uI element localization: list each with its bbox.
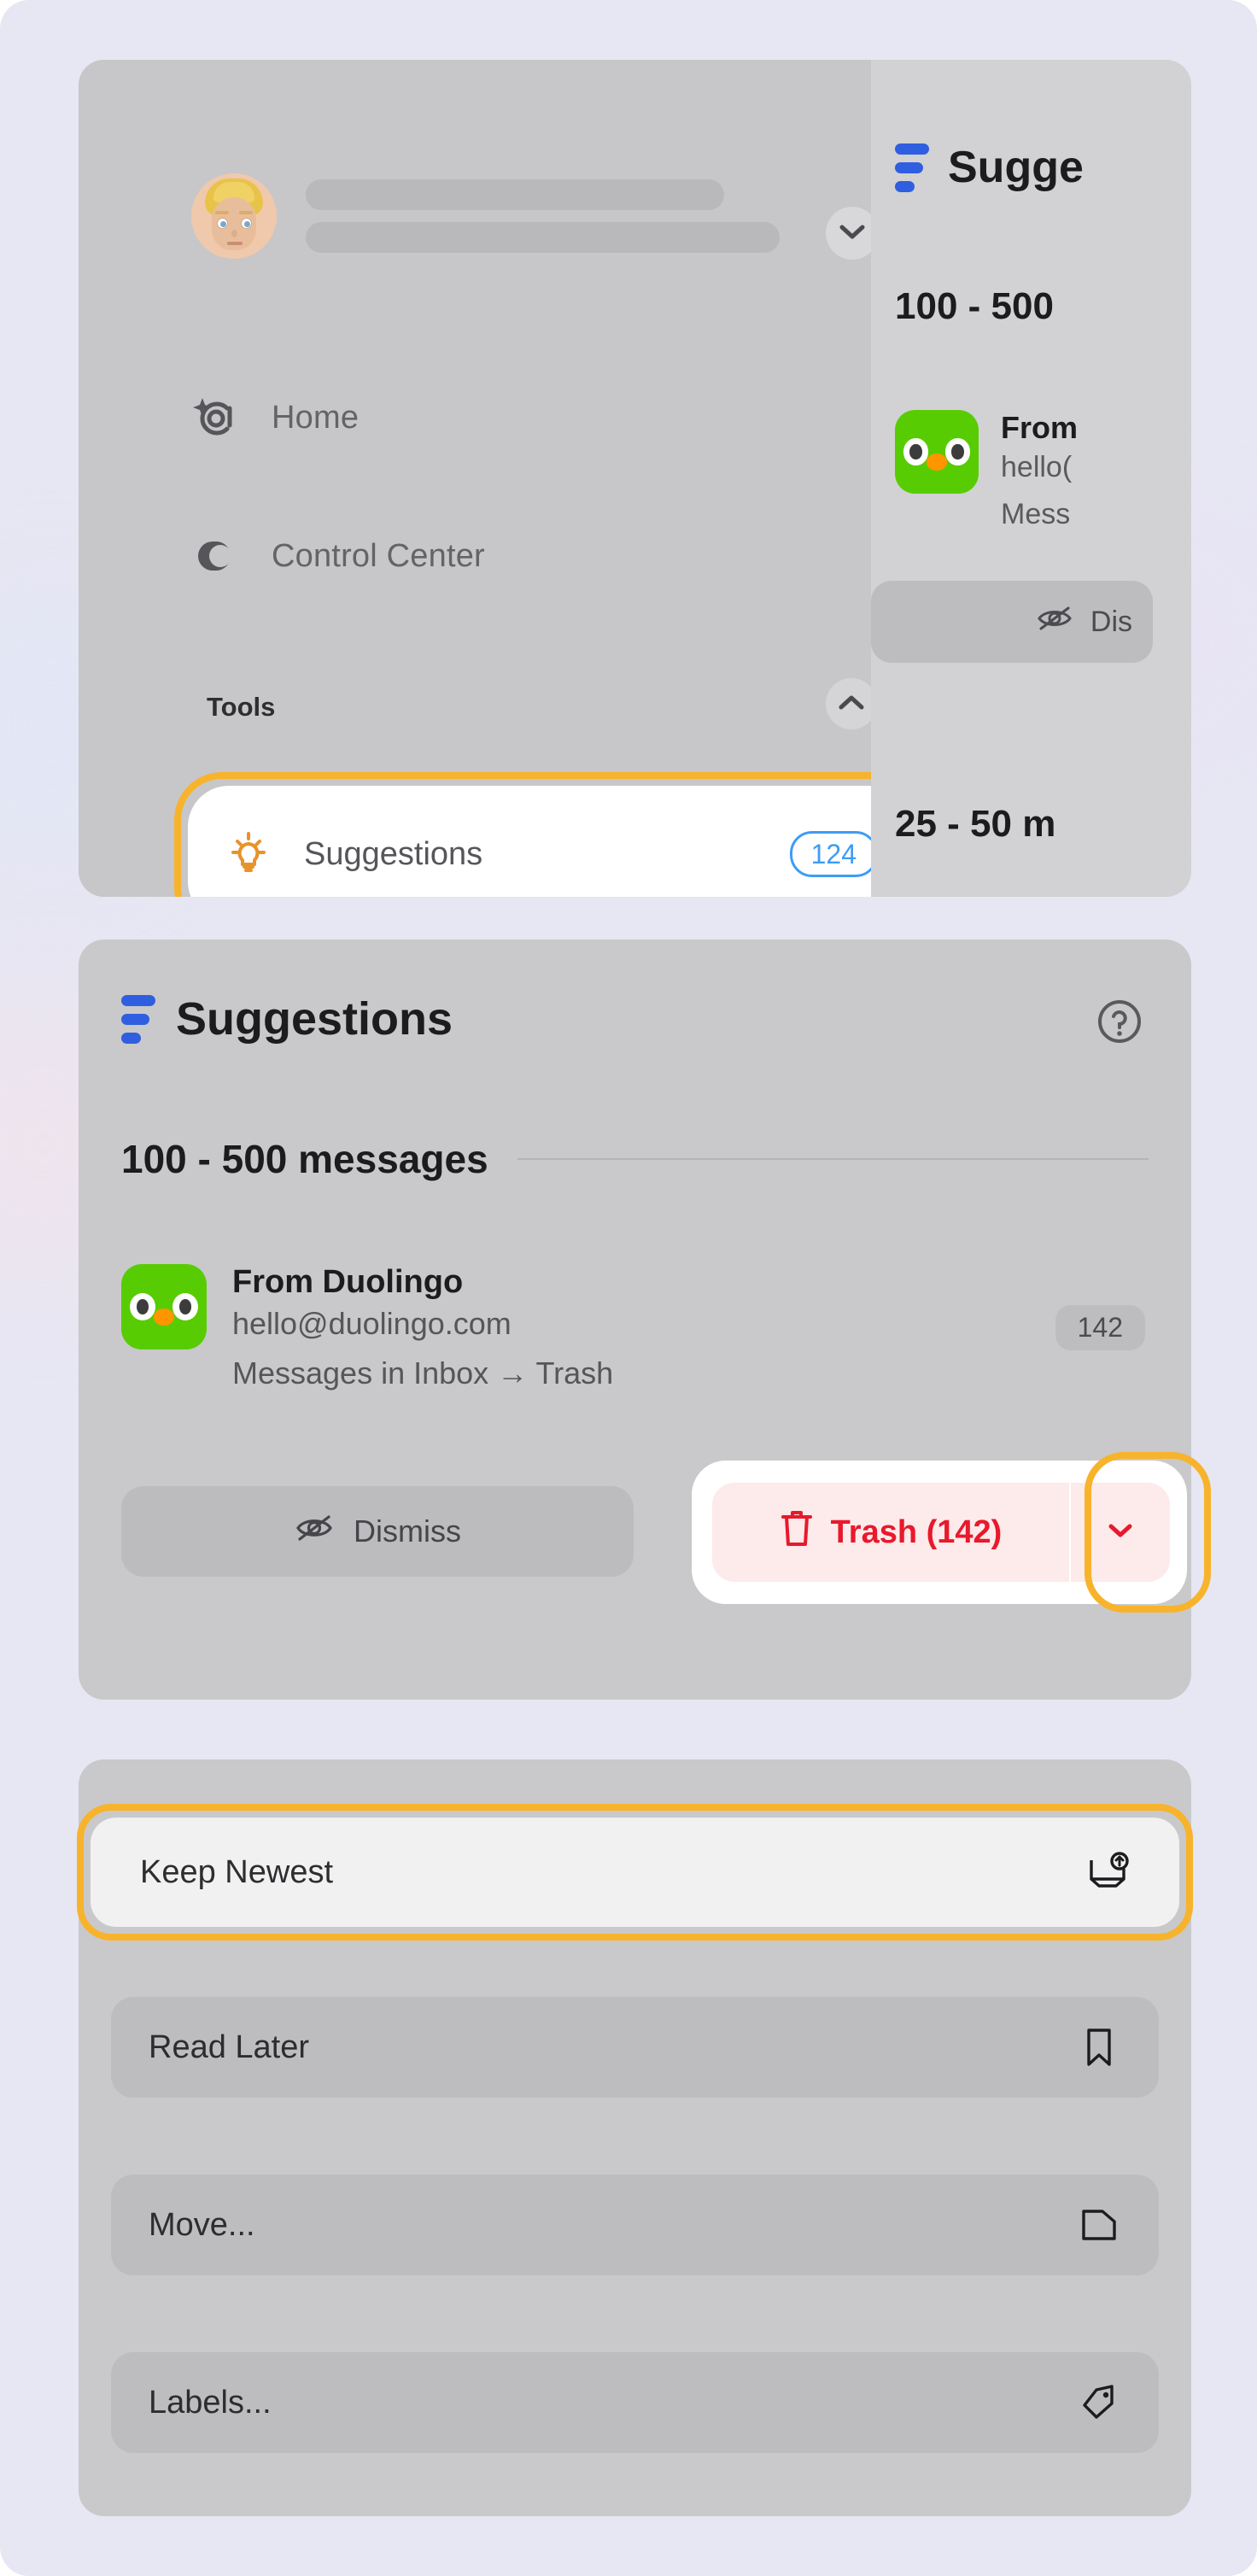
clipped-group-header: 100 - 500 — [895, 285, 1054, 327]
account-placeholder-bars — [306, 179, 780, 253]
sender-row: From Duolingo hello@duolingo.com Message… — [121, 1264, 613, 1391]
account-email-placeholder — [306, 222, 780, 253]
sidebar-column: Home Control Center Tools Suggestions 12… — [79, 60, 927, 897]
dismiss-button[interactable]: Dismiss — [121, 1486, 634, 1577]
suggestions-count-badge: 124 — [789, 830, 878, 878]
chevron-up-icon — [839, 695, 864, 713]
sender-email: hello@duolingo.com — [232, 1306, 512, 1341]
eye-slash-icon — [1036, 604, 1073, 641]
clipped-sender-email: hello( — [1001, 451, 1073, 483]
menu-item-keep-newest[interactable]: Keep Newest — [91, 1818, 1179, 1927]
menu-item-read-later[interactable]: Read Later — [111, 1997, 1159, 2098]
sender-name: From Duolingo — [232, 1264, 464, 1300]
clipped-dismiss-label: Dis — [1090, 605, 1132, 638]
eye-slash-icon — [294, 1513, 335, 1551]
sidebar-section-tools: Tools — [207, 692, 276, 722]
tools-collapse-button[interactable] — [826, 678, 877, 729]
chevron-down-icon — [839, 225, 865, 243]
question-circle-icon[interactable] — [1096, 998, 1143, 1045]
sender-count-badge: 142 — [1055, 1305, 1145, 1350]
trash-label: Trash (142) — [830, 1513, 1003, 1550]
sidebar-item-label: Home — [272, 399, 360, 436]
clipped-content-column: Sugge 100 - 500 From hello( Mess Dis 25 … — [871, 60, 1191, 897]
group-header: 100 - 500 messages — [121, 1137, 488, 1181]
trash-more-highlight-ring — [1085, 1452, 1211, 1613]
bars-list-icon — [895, 143, 929, 192]
clipped-title: Sugge — [948, 143, 1084, 192]
action-menu-panel: Keep Newest Read Later Move... Labels... — [77, 1759, 1193, 2516]
sidebar-item-home[interactable]: Home — [191, 393, 359, 442]
bookmark-icon — [1077, 2025, 1121, 2070]
group-divider — [517, 1158, 1149, 1160]
duolingo-icon — [895, 410, 979, 494]
sidebar-item-control-center[interactable]: Control Center — [191, 531, 485, 581]
dismiss-label: Dismiss — [354, 1513, 461, 1549]
menu-item-labels[interactable]: Labels... — [111, 2352, 1159, 2453]
account-name-placeholder — [306, 179, 724, 210]
duolingo-icon — [121, 1264, 207, 1349]
suggestions-panel: Suggestions 100 - 500 messages From Duol… — [79, 940, 1211, 1700]
clipped-next-group-header: 25 - 50 m — [895, 803, 1056, 845]
lightbulb-icon — [224, 829, 273, 879]
menu-item-label: Keep Newest — [140, 1853, 334, 1890]
clipped-move-text: Mess — [1001, 498, 1071, 530]
sparkle-at-icon — [191, 393, 241, 442]
menu-item-move[interactable]: Move... — [111, 2175, 1159, 2275]
account-row[interactable] — [191, 173, 780, 259]
trash-button[interactable]: Trash (142) — [712, 1483, 1069, 1582]
folder-icon — [1077, 2203, 1121, 2247]
tray-arrow-up-icon — [1085, 1850, 1130, 1894]
contrast-circle-icon — [191, 531, 241, 581]
clipped-sender-row: From hello( Mess — [895, 410, 1078, 531]
suggestions-header: Suggestions — [121, 992, 453, 1045]
app-screenshot: Home Control Center Tools Suggestions 12… — [0, 0, 1257, 2576]
sidebar-panel: Home Control Center Tools Suggestions 12… — [79, 60, 1191, 897]
menu-item-label: Read Later — [149, 2029, 310, 2065]
panel-title: Suggestions — [176, 993, 453, 1045]
sidebar-item-suggestions[interactable]: Suggestions 124 — [188, 786, 914, 897]
menu-item-label: Labels... — [149, 2384, 272, 2421]
memoji-avatar[interactable] — [191, 173, 277, 259]
sender-move-text: Messages in Inbox → Trash — [232, 1355, 614, 1390]
clipped-sender-name: From — [1001, 410, 1078, 445]
clipped-header: Sugge — [895, 142, 1084, 193]
tag-icon — [1077, 2380, 1121, 2425]
group-header-row: 100 - 500 messages — [121, 1136, 1149, 1182]
clipped-dismiss-button[interactable]: Dis — [871, 581, 1153, 663]
menu-item-label: Move... — [149, 2206, 255, 2243]
bars-list-icon — [121, 994, 155, 1044]
sidebar-item-label: Suggestions — [304, 835, 483, 872]
trash-icon — [780, 1508, 814, 1556]
sidebar-item-label: Control Center — [272, 537, 485, 574]
